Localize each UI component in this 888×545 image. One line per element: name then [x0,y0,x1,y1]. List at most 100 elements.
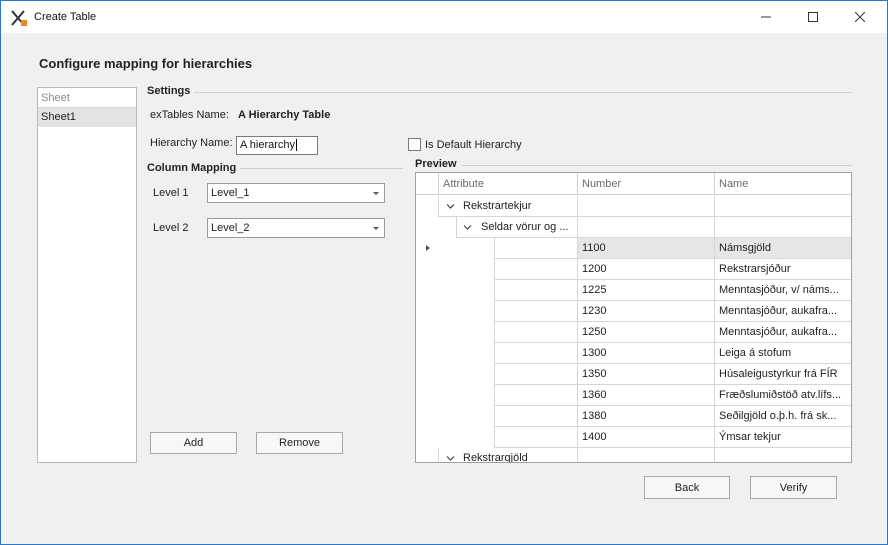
maximize-button[interactable] [790,1,836,33]
name-cell: Menntasjóður, aukafra... [714,322,851,343]
chevron-down-icon [373,227,379,230]
attribute-cell [494,301,577,322]
group-row-rekstrargjold[interactable]: Rekstrargjöld [438,448,851,463]
table-row[interactable]: 1400 Ýmsar tekjur [438,427,851,448]
chevron-down-icon [373,192,379,195]
table-row[interactable]: 1360 Fræðslumiðstöð atv.lífs... [438,385,851,406]
name-cell: Húsaleigustyrkur frá FÍR [714,364,851,385]
preview-grid[interactable]: Attribute Number Name Rekstrartekjur Sel… [415,172,852,463]
add-button[interactable]: Add [150,432,237,454]
table-row[interactable]: 1100 Námsgjöld [438,238,851,259]
name-cell: Námsgjöld [714,238,851,259]
level-2-select[interactable]: Level_2 [207,218,385,238]
column-header-number[interactable]: Number [577,173,714,195]
group-row-seldar-vorur[interactable]: Seldar vörur og ... [438,217,851,238]
attribute-cell [494,385,577,406]
chevron-down-icon [446,204,455,209]
table-row[interactable]: 1250 Menntasjóður, aukafra... [438,322,851,343]
sheet-list: Sheet Sheet1 [37,87,137,463]
current-row-indicator-icon [426,245,430,251]
number-cell: 1400 [577,427,714,448]
row-indicator-column [416,173,438,462]
table-row[interactable]: 1200 Rekstrarsjóður [438,259,851,280]
level-1-select[interactable]: Level_1 [207,183,385,203]
attribute-cell [494,238,577,259]
attribute-cell [494,259,577,280]
settings-divider [147,92,852,93]
number-cell: 1300 [577,343,714,364]
hierarchy-name-input[interactable]: A hierarchy [236,136,318,155]
app-icon [11,10,27,26]
attribute-cell [494,280,577,301]
level-1-label: Level 1 [153,187,189,199]
empty-cell [577,448,714,462]
name-cell: Menntasjóður, v/ náms... [714,280,851,301]
remove-button[interactable]: Remove [256,432,343,454]
default-hierarchy-label: Is Default Hierarchy [425,139,522,151]
column-header-attribute[interactable]: Attribute [438,173,577,195]
close-button[interactable] [837,1,883,33]
table-row[interactable]: 1230 Menntasjóður, aukafra... [438,301,851,322]
name-cell: Rekstrarsjóður [714,259,851,280]
number-cell: 1200 [577,259,714,280]
text-caret [296,139,298,152]
title-bar: Create Table [1,1,887,33]
minimize-button[interactable] [743,1,789,33]
attribute-cell [494,364,577,385]
extables-name-value: A Hierarchy Table [238,109,331,121]
name-cell: Leiga á stofum [714,343,851,364]
minimize-icon [761,16,771,18]
column-header-name[interactable]: Name [714,173,851,195]
subgroup-cell: Seldar vörur og ... [456,217,577,238]
attribute-cell [494,406,577,427]
page-heading: Configure mapping for hierarchies [39,56,253,71]
name-cell: Fræðslumiðstöð atv.lífs... [714,385,851,406]
attribute-cell [494,343,577,364]
preview-title: Preview [415,158,461,170]
level-2-label: Level 2 [153,222,189,234]
table-row[interactable]: 1300 Leiga á stofum [438,343,851,364]
verify-button[interactable]: Verify [750,476,837,499]
attribute-cell [494,322,577,343]
name-cell: Ýmsar tekjur [714,427,851,448]
hierarchy-name-label: Hierarchy Name: [150,137,233,149]
window-title: Create Table [34,11,97,23]
table-row[interactable]: 1225 Menntasjóður, v/ náms... [438,280,851,301]
group-label: Rekstrartekjur [463,200,532,212]
number-cell: 1225 [577,280,714,301]
settings-title: Settings [147,85,195,97]
back-button[interactable]: Back [644,476,730,499]
group-cell: Rekstrargjöld [438,448,577,463]
subgroup-label: Seldar vörur og ... [481,221,569,233]
number-cell: 1230 [577,301,714,322]
hierarchy-name-value: A hierarchy [240,139,296,151]
level-2-value: Level_2 [211,222,250,234]
extables-name-label: exTables Name: [150,109,229,121]
empty-cell [714,217,851,238]
sheet-item-sheet1[interactable]: Sheet1 [38,108,136,127]
level-1-value: Level_1 [211,187,250,199]
number-cell: 1100 [577,238,714,259]
name-cell: Seðilgjöld o.þ.h. frá sk... [714,406,851,427]
chevron-down-icon [463,225,472,230]
create-table-window: Create Table Configure mapping for hiera… [0,0,888,545]
preview-divider [415,165,852,166]
number-cell: 1350 [577,364,714,385]
group-row-rekstrartekjur[interactable]: Rekstrartekjur [438,196,851,217]
sheet-list-header: Sheet [38,88,136,108]
number-cell: 1380 [577,406,714,427]
empty-cell [577,217,714,238]
column-mapping-title: Column Mapping [147,162,241,174]
name-cell: Menntasjóður, aukafra... [714,301,851,322]
number-cell: 1360 [577,385,714,406]
group-label: Rekstrargjöld [463,452,528,463]
table-row[interactable]: 1380 Seðilgjöld o.þ.h. frá sk... [438,406,851,427]
maximize-icon [808,12,818,22]
default-hierarchy-checkbox[interactable] [408,138,421,151]
number-cell: 1250 [577,322,714,343]
empty-cell [714,448,851,462]
empty-cell [714,196,851,217]
group-cell: Rekstrartekjur [438,196,577,217]
empty-cell [577,196,714,217]
table-row[interactable]: 1350 Húsaleigustyrkur frá FÍR [438,364,851,385]
